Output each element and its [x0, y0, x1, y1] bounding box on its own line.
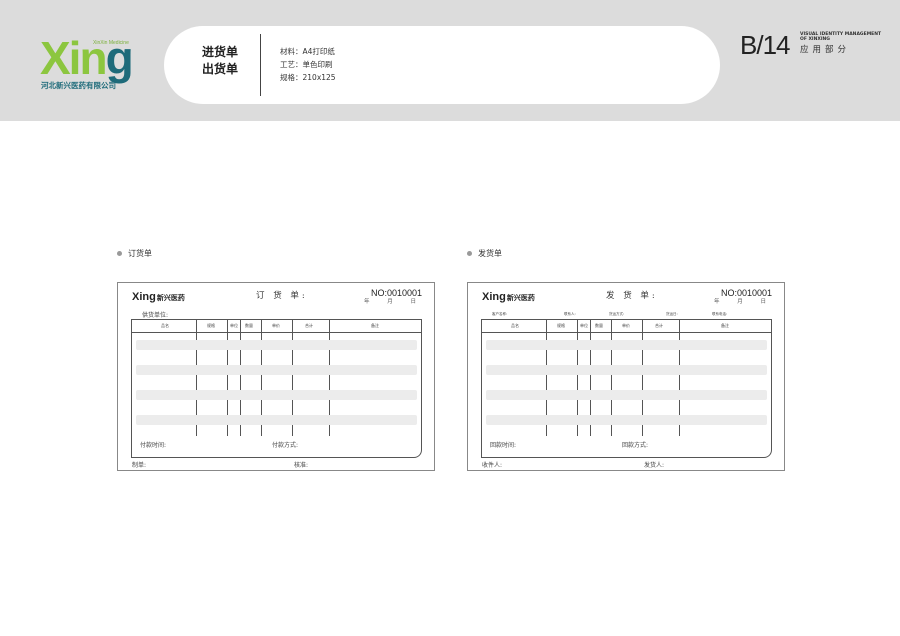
ship-sub-fields: 客户名称: 联系人: 货运方式: 货运日: 联系电话:	[486, 312, 768, 318]
column-header: 规格	[207, 323, 215, 328]
order-form: Xing新兴医药 订 货 单: NO:0010001 年 月 日 供货单位: 品…	[117, 282, 435, 471]
table-row	[136, 390, 417, 400]
spec-size: 规格：210x125	[280, 73, 336, 82]
column-header: 规格	[557, 323, 565, 328]
made-by-field: 制单:	[132, 462, 147, 469]
section-label-order: 订货单	[117, 248, 152, 259]
logo-company-name: 河北新兴医药有限公司	[41, 81, 116, 90]
form-date: 年 月 日	[364, 299, 424, 305]
column-header: 单位	[580, 323, 588, 328]
receiver-field: 收件人:	[482, 462, 503, 469]
form-title: 发 货 单:	[606, 291, 658, 301]
supplier-field: 供货单位:	[142, 312, 169, 319]
form-logo: Xing新兴医药	[482, 291, 535, 303]
column-header: 合计	[305, 323, 313, 328]
form-date: 年 月 日	[714, 299, 774, 305]
contact-phone-field: 联系电话:	[712, 312, 728, 316]
spec-material: 材料：A4打印纸	[280, 47, 335, 56]
spec-panel: 进货单 出货单 材料：A4打印纸 工艺：单色印刷 规格：210x125	[164, 26, 720, 104]
section-label-ship: 发货单	[467, 248, 502, 259]
column-header: 数量	[245, 323, 253, 328]
client-name-field: 客户名称:	[492, 312, 508, 316]
column-header: 备注	[721, 323, 729, 328]
form-title: 订 货 单:	[256, 291, 308, 301]
spec-list: 材料：A4打印纸 工艺：单色印刷 规格：210x125	[280, 45, 336, 84]
page-section-name: 应用部分	[800, 45, 851, 55]
ship-table: 品名 规格 单位 数量 单价 合计 备注 回款时间: 回款方式:	[481, 319, 772, 458]
table-row	[136, 340, 417, 350]
return-method-field: 回款方式:	[622, 442, 649, 449]
logo-tagline: XinXin Medicine	[93, 40, 129, 46]
table-header: 品名 规格 单位 数量 单价 合计 备注	[482, 320, 771, 333]
payment-method-field: 付款方式:	[272, 442, 299, 449]
spec-divider	[260, 34, 261, 96]
column-header: 单价	[272, 323, 280, 328]
table-row	[136, 415, 417, 425]
table-row	[486, 390, 767, 400]
ship-form: Xing新兴医药 发 货 单: NO:0010001 年 月 日 客户名称: 联…	[467, 282, 785, 471]
column-header: 备注	[371, 323, 379, 328]
table-row	[486, 340, 767, 350]
title-purchase: 进货单	[202, 45, 239, 59]
column-header: 单位	[230, 323, 238, 328]
header-band: Xing XinXin Medicine 河北新兴医药有限公司 进货单 出货单 …	[0, 0, 900, 121]
payment-time-field: 付款时间:	[140, 442, 167, 449]
sender-field: 发货人:	[644, 462, 665, 469]
table-row	[486, 365, 767, 375]
page-code: B/14	[740, 30, 790, 60]
checked-by-field: 核准:	[294, 462, 309, 469]
bullet-icon	[467, 251, 472, 256]
shipping-method-field: 货运方式:	[609, 312, 625, 316]
return-time-field: 回款时间:	[490, 442, 517, 449]
page-en-caption: VISUAL IDENTITY MANAGEMENT OF XINXING	[800, 32, 882, 42]
shipping-date-field: 货运日:	[666, 312, 678, 316]
column-header: 品名	[511, 323, 519, 328]
column-header: 单价	[622, 323, 630, 328]
column-header: 品名	[161, 323, 169, 328]
contact-field: 联系人:	[564, 312, 576, 316]
table-row	[136, 365, 417, 375]
bullet-icon	[117, 251, 122, 256]
company-logo: Xing XinXin Medicine 河北新兴医药有限公司	[40, 35, 150, 92]
form-logo: Xing新兴医药	[132, 291, 185, 303]
order-table: 品名 规格 单位 数量 单价 合计 备注 付款时间: 付款方式:	[131, 319, 422, 458]
title-outbound: 出货单	[202, 62, 239, 76]
table-row	[486, 415, 767, 425]
column-header: 数量	[595, 323, 603, 328]
column-header: 合计	[655, 323, 663, 328]
spec-process: 工艺：单色印刷	[280, 60, 333, 69]
document-titles: 进货单 出货单	[202, 44, 238, 78]
table-header: 品名 规格 单位 数量 单价 合计 备注	[132, 320, 421, 333]
